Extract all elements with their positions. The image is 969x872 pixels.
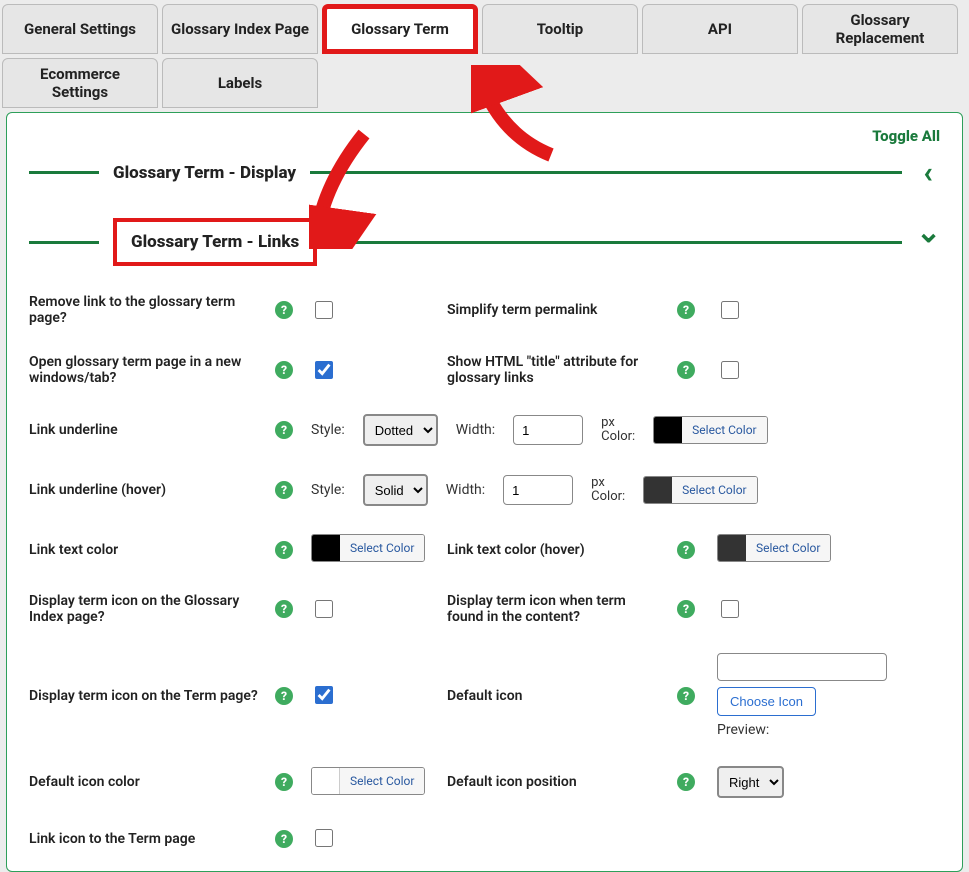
help-icon[interactable] (275, 773, 293, 791)
tab-glossary-term[interactable]: Glossary Term (322, 4, 478, 54)
help-icon[interactable] (275, 301, 293, 319)
help-icon[interactable] (677, 687, 695, 705)
color-swatch (312, 535, 340, 561)
select-color-label: Select Color (672, 477, 756, 503)
toggle-all-link[interactable]: Toggle All (29, 127, 940, 145)
color-swatch (644, 477, 672, 503)
section-line (331, 241, 902, 244)
label-link-text-color: Link text color (29, 542, 259, 558)
label-link-icon-term-page: Link icon to the Term page (29, 831, 259, 847)
color-picker-underline[interactable]: Select Color (653, 416, 767, 444)
checkbox-open-new-window[interactable] (315, 361, 333, 379)
label-remove-link: Remove link to the glossary term page? (29, 294, 259, 326)
label-show-title-attr: Show HTML "title" attribute for glossary… (447, 354, 657, 386)
label-link-underline: Link underline (29, 422, 259, 438)
input-default-icon[interactable] (717, 653, 887, 681)
tab-glossary-index-page[interactable]: Glossary Index Page (162, 4, 318, 54)
help-icon[interactable] (677, 600, 695, 618)
select-color-label: Select Color (682, 417, 766, 443)
label-default-icon-position: Default icon position (447, 774, 657, 790)
color-swatch (718, 535, 746, 561)
section-line (29, 241, 99, 244)
chevron-left-icon[interactable] (916, 155, 940, 190)
color-swatch (312, 768, 340, 794)
section-display-title: Glossary Term - Display (113, 163, 296, 183)
help-icon[interactable] (275, 481, 293, 499)
input-underline-width[interactable] (513, 415, 583, 445)
select-color-label: Select Color (340, 768, 424, 794)
label-open-new-window: Open glossary term page in a new windows… (29, 354, 259, 386)
color-swatch (654, 417, 682, 443)
px-color-label: px Color: (601, 416, 635, 445)
label-link-text-color-hover: Link text color (hover) (447, 542, 657, 558)
checkbox-display-icon-content[interactable] (721, 600, 739, 618)
select-color-label: Select Color (340, 535, 424, 561)
choose-icon-button[interactable]: Choose Icon (717, 687, 816, 716)
checkbox-remove-link[interactable] (315, 301, 333, 319)
style-label: Style: (311, 482, 345, 498)
help-icon[interactable] (677, 301, 695, 319)
checkbox-display-icon-index[interactable] (315, 600, 333, 618)
chevron-down-icon[interactable] (916, 225, 940, 260)
fields-grid: Remove link to the glossary term page? S… (29, 294, 940, 851)
px-color-label: px Color: (591, 476, 625, 505)
color-picker-link-text-hover[interactable]: Select Color (717, 534, 831, 562)
help-icon[interactable] (275, 600, 293, 618)
label-link-underline-hover: Link underline (hover) (29, 482, 259, 498)
section-line (310, 171, 902, 174)
width-label: Width: (446, 482, 485, 498)
select-color-label: Select Color (746, 535, 830, 561)
label-display-icon-index: Display term icon on the Glossary Index … (29, 593, 259, 625)
tab-glossary-replacement[interactable]: Glossary Replacement (802, 4, 958, 54)
width-label: Width: (456, 422, 495, 438)
label-display-icon-content: Display term icon when term found in the… (447, 593, 657, 625)
checkbox-simplify-permalink[interactable] (721, 301, 739, 319)
checkbox-show-title-attr[interactable] (721, 361, 739, 379)
label-default-icon: Default icon (447, 688, 657, 704)
settings-panel: Toggle All Glossary Term - Display Gloss… (6, 112, 963, 872)
select-default-icon-position[interactable]: Right (717, 766, 784, 798)
label-default-icon-color: Default icon color (29, 774, 259, 790)
tab-ecommerce-settings[interactable]: Ecommerce Settings (2, 58, 158, 108)
help-icon[interactable] (275, 830, 293, 848)
tabs-row-2: Ecommerce Settings Labels (0, 54, 969, 108)
section-line (29, 171, 99, 174)
section-display-header: Glossary Term - Display (29, 155, 940, 190)
tab-api[interactable]: API (642, 4, 798, 54)
checkbox-link-icon-term-page[interactable] (315, 829, 333, 847)
color-picker-default-icon[interactable]: Select Color (311, 767, 425, 795)
input-underline-hover-width[interactable] (503, 475, 573, 505)
help-icon[interactable] (275, 361, 293, 379)
tab-labels[interactable]: Labels (162, 58, 318, 108)
help-icon[interactable] (677, 541, 695, 559)
label-display-icon-term-page: Display term icon on the Term page? (29, 688, 259, 704)
help-icon[interactable] (275, 541, 293, 559)
checkbox-display-icon-term-page[interactable] (315, 686, 333, 704)
help-icon[interactable] (677, 773, 695, 791)
help-icon[interactable] (275, 421, 293, 439)
section-links-title: Glossary Term - Links (113, 218, 317, 266)
style-label: Style: (311, 422, 345, 438)
label-simplify-permalink: Simplify term permalink (447, 302, 657, 318)
tab-tooltip[interactable]: Tooltip (482, 4, 638, 54)
select-underline-style[interactable]: Dotted (363, 414, 438, 446)
section-links-header: Glossary Term - Links (29, 218, 940, 266)
select-underline-hover-style[interactable]: Solid (363, 474, 428, 506)
tab-general-settings[interactable]: General Settings (2, 4, 158, 54)
preview-label: Preview: (717, 722, 769, 738)
color-picker-underline-hover[interactable]: Select Color (643, 476, 757, 504)
help-icon[interactable] (275, 687, 293, 705)
help-icon[interactable] (677, 361, 695, 379)
color-picker-link-text[interactable]: Select Color (311, 534, 425, 562)
tabs-row-1: General Settings Glossary Index Page Glo… (0, 0, 969, 54)
